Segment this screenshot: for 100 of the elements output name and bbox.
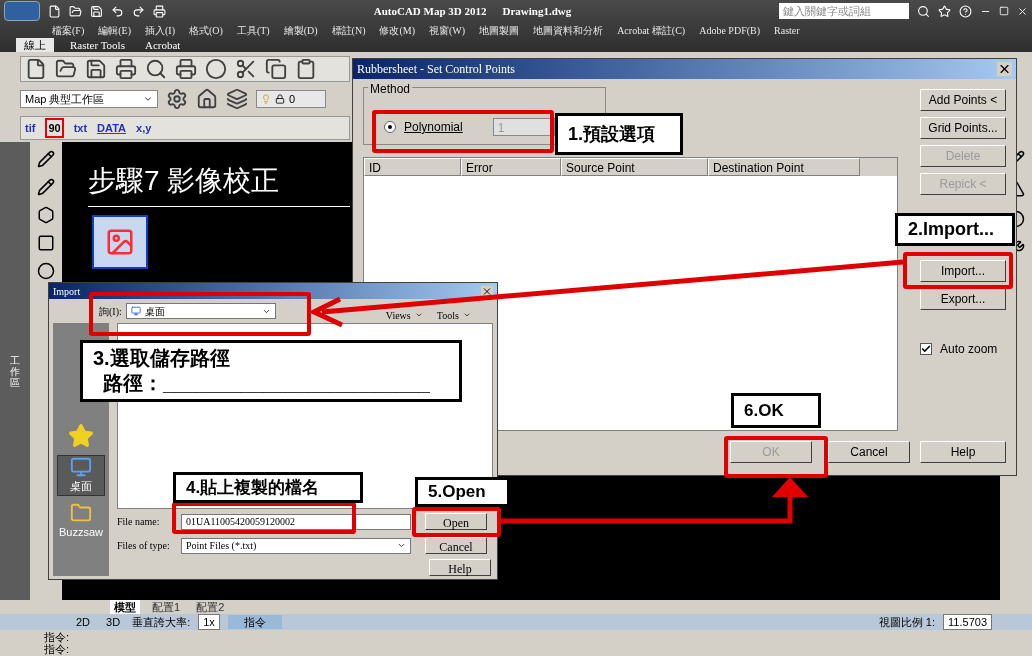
look-in-label: 詢(I): [99,304,122,319]
check-icon [921,344,931,354]
folder-icon[interactable] [55,58,77,80]
toolbar-menu[interactable]: Tools [436,307,471,323]
callout-text: 1.預設選項 [568,122,656,146]
house-icon[interactable] [196,88,218,110]
column-header[interactable]: Destination Point [708,158,860,176]
dialog-button[interactable]: Import... [920,260,1006,282]
place-item[interactable]: 桌面 [57,455,105,496]
print-icon[interactable] [153,4,166,18]
menu-item[interactable]: 插入(I) [145,22,175,38]
undo-icon[interactable] [111,4,124,18]
polygon-tool-icon[interactable] [37,206,55,224]
file-name-field[interactable]: 01UA11005420059120002 [181,513,411,530]
redo-icon[interactable] [132,4,145,18]
close-icon[interactable] [1017,5,1028,17]
folder-icon[interactable] [69,4,82,18]
menu-item[interactable]: Raster [774,22,800,38]
layout-tab[interactable]: 配置1 [148,600,185,614]
dialog-title: Import [53,284,82,299]
dialog-button[interactable]: Export... [920,288,1006,310]
column-header[interactable]: ID [364,158,461,176]
layer-dropdown[interactable]: 0 [256,90,326,108]
scale-label: 視圖比例 1: [878,615,936,629]
column-header[interactable]: Error [461,158,561,176]
dialog-button[interactable]: Cancel [828,441,910,463]
rectangle-tool-icon[interactable] [37,234,55,252]
view-mode-button[interactable]: 3D [102,615,125,629]
layout-tab[interactable]: 配置2 [192,600,229,614]
scale-field[interactable]: 11.5703 [943,614,992,630]
tool-label[interactable]: DATA [97,119,126,137]
field-label: Files of type: [117,539,171,553]
dialog-button[interactable]: Add Points < [920,89,1006,111]
palette-label: 工作區 [10,354,20,388]
menu-item[interactable]: 修改(M) [379,22,416,38]
circle-tool-icon[interactable] [37,262,55,280]
toolbar-menu[interactable]: Views [385,307,423,323]
menu-item[interactable]: 標註(N) [331,22,366,38]
callout-text: 3.選取儲存路徑 [93,346,231,371]
cut-icon[interactable] [235,58,257,80]
plot-icon[interactable] [175,58,197,80]
menu-item[interactable]: Adobe PDF(B) [699,22,761,38]
layers-icon[interactable] [226,88,248,110]
radio-option[interactable]: Polynomial [384,118,463,136]
auto-zoom-checkbox[interactable]: Auto zoom [920,340,1006,358]
view-mode-button[interactable]: 2D [72,615,95,629]
preview-icon[interactable] [145,58,167,80]
canvas-heading: 步驟7 影像校正 [88,160,350,207]
dialog-button[interactable]: Open [425,513,487,530]
menu-item[interactable]: 檔案(F) [52,22,85,38]
star-icon[interactable] [68,423,94,449]
menu-item[interactable]: 視窗(W) [429,22,466,38]
menu-item[interactable]: 格式(O) [189,22,223,38]
search-icon[interactable] [917,4,930,18]
lightbulb-icon [261,94,271,104]
menu-item[interactable]: 繪製(D) [283,22,318,38]
menu-item[interactable]: 工具(T) [236,22,270,38]
ribbon-tab[interactable]: Acrobat [140,38,185,52]
ribbon-tab[interactable]: 線上 [16,38,54,52]
new-file-icon[interactable] [48,4,61,18]
new-file-icon[interactable] [25,58,47,80]
place-item[interactable]: Buzzsaw [57,501,105,540]
app-title: AutoCAD Map 3D 2012 [373,3,487,19]
star-icon[interactable] [938,4,951,18]
dialog-button[interactable]: Grid Points... [920,117,1006,139]
tool-label[interactable]: tif [25,119,36,137]
tool-label[interactable]: 90 [45,117,64,139]
command-tab[interactable]: 指令 [227,615,282,629]
folder-icon [70,501,92,524]
menu-item[interactable]: 地圖資料和分析 [533,22,604,38]
exaggeration-field[interactable]: 1x [198,614,220,630]
look-in-dropdown[interactable]: 桌面 [125,303,276,319]
command-prompt: 指令: [44,643,71,655]
settings-icon[interactable] [166,88,188,110]
menu-item[interactable]: 編輯(E) [98,22,131,38]
menu-item[interactable]: 地圖製圖 [479,22,520,38]
save-icon[interactable] [85,58,107,80]
tool-label[interactable]: x,y [136,119,152,137]
app-logo-icon[interactable] [4,1,40,21]
file-type-dropdown[interactable]: Point Files (*.txt) [181,537,411,554]
ribbon-tab[interactable]: Raster Tools [66,38,129,52]
column-header[interactable]: Source Point [561,158,708,176]
close-icon[interactable] [997,62,1012,76]
paste-icon[interactable] [295,58,317,80]
print-icon[interactable] [115,58,137,80]
tool-label[interactable]: txt [73,119,88,137]
dialog-button[interactable]: Help [429,559,491,576]
workspace-dropdown[interactable]: Map 典型工作區 [20,90,158,108]
caret-icon [414,311,423,319]
menu-item[interactable]: Acrobat 標註(C) [617,22,686,38]
maximize-icon[interactable] [999,6,1009,16]
field-label: File name: [117,515,161,529]
layout-tab[interactable]: 模型 [110,600,140,614]
search-field[interactable]: 鍵入關鍵字或詞組 [779,3,909,19]
help-icon[interactable] [959,4,972,18]
copy-icon[interactable] [265,58,287,80]
dialog-button[interactable]: Cancel [425,537,487,554]
callout-text: 2.Import... [908,218,995,241]
command-prompt: 指令: [44,631,71,643]
dialog-button[interactable]: Help [920,441,1006,463]
